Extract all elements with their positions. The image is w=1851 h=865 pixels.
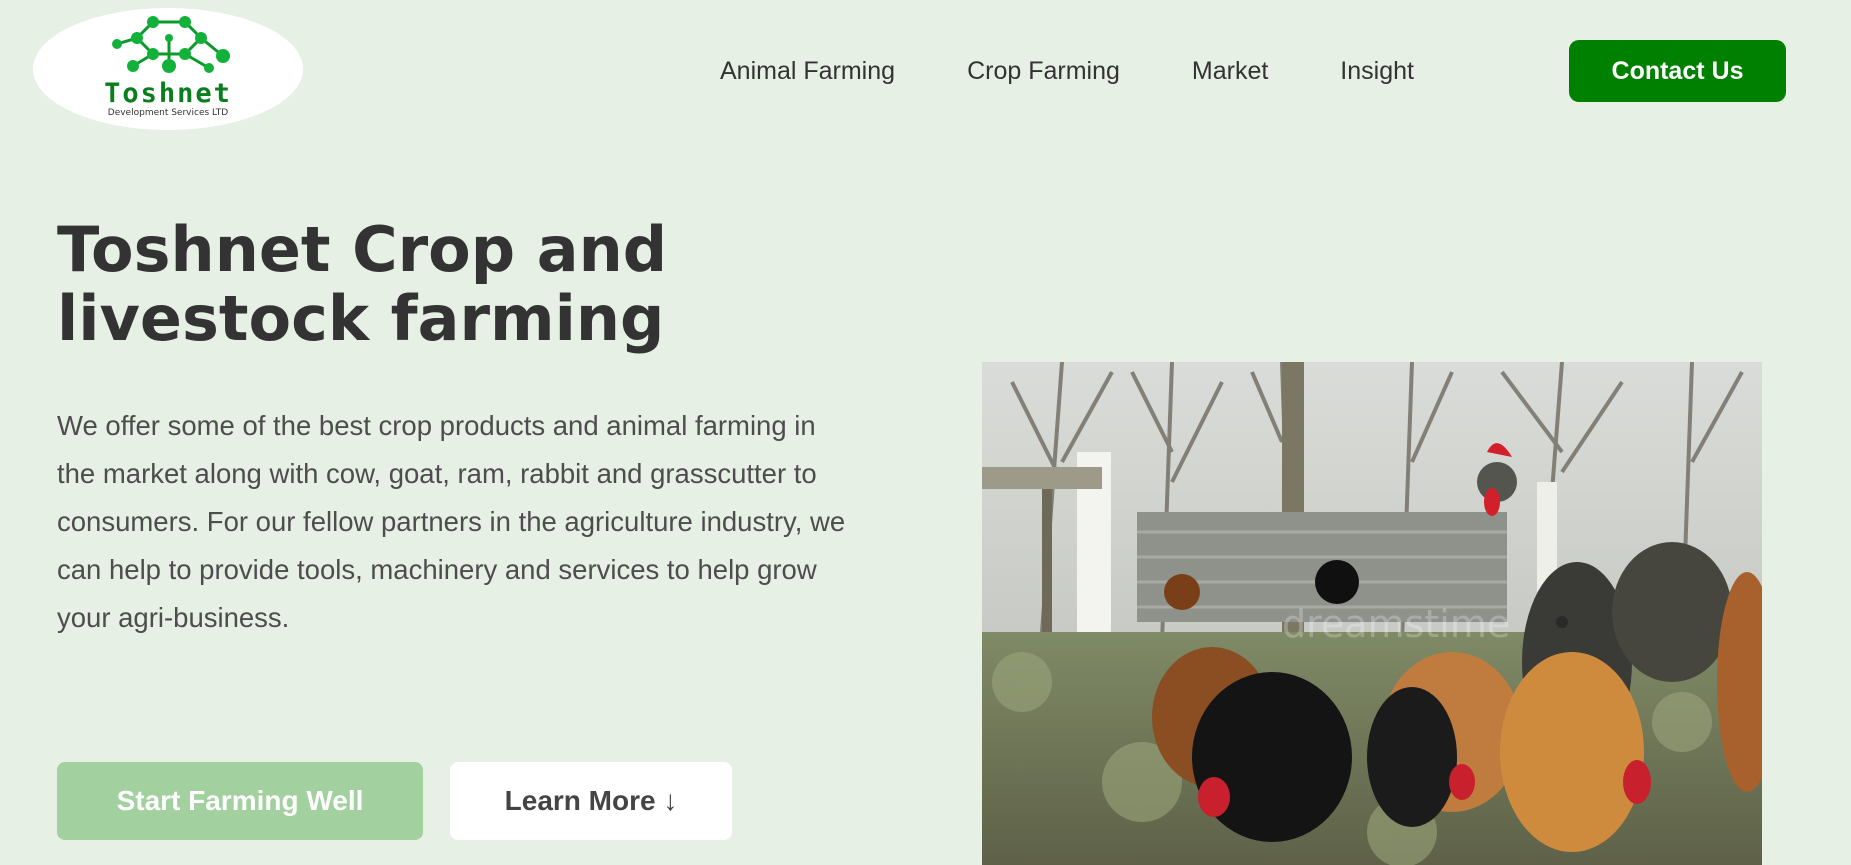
site-header: Toshnet Development Services LTD Animal … (0, 0, 1851, 140)
logo-wordmark: Toshnet (104, 78, 232, 109)
chickens-photo: dreamstime (982, 362, 1762, 865)
nav-item-animal-farming[interactable]: Animal Farming (720, 57, 895, 86)
hero-title-line1: Toshnet Crop and (57, 213, 668, 286)
main-nav: Animal Farming Crop Farming Market Insig… (720, 40, 1486, 102)
logo-subtitle: Development Services LTD (107, 108, 229, 118)
nav-item-crop-farming[interactable]: Crop Farming (967, 57, 1120, 86)
start-farming-button[interactable]: Start Farming Well (57, 762, 423, 840)
hero-title-line2: livestock farming (57, 282, 665, 355)
nav-item-market[interactable]: Market (1192, 57, 1268, 86)
watermark-text: dreamstime (1282, 602, 1510, 646)
nav-item-insight[interactable]: Insight (1340, 57, 1414, 86)
contact-us-button[interactable]: Contact Us (1569, 40, 1786, 102)
hero-title: Toshnet Crop and livestock farming (57, 215, 837, 353)
chickens-illustration: dreamstime (982, 362, 1762, 865)
company-logo[interactable]: Toshnet Development Services LTD (33, 8, 303, 130)
hero-description: We offer some of the best crop products … (57, 410, 846, 633)
learn-more-button[interactable]: Learn More ↓ (450, 762, 732, 840)
